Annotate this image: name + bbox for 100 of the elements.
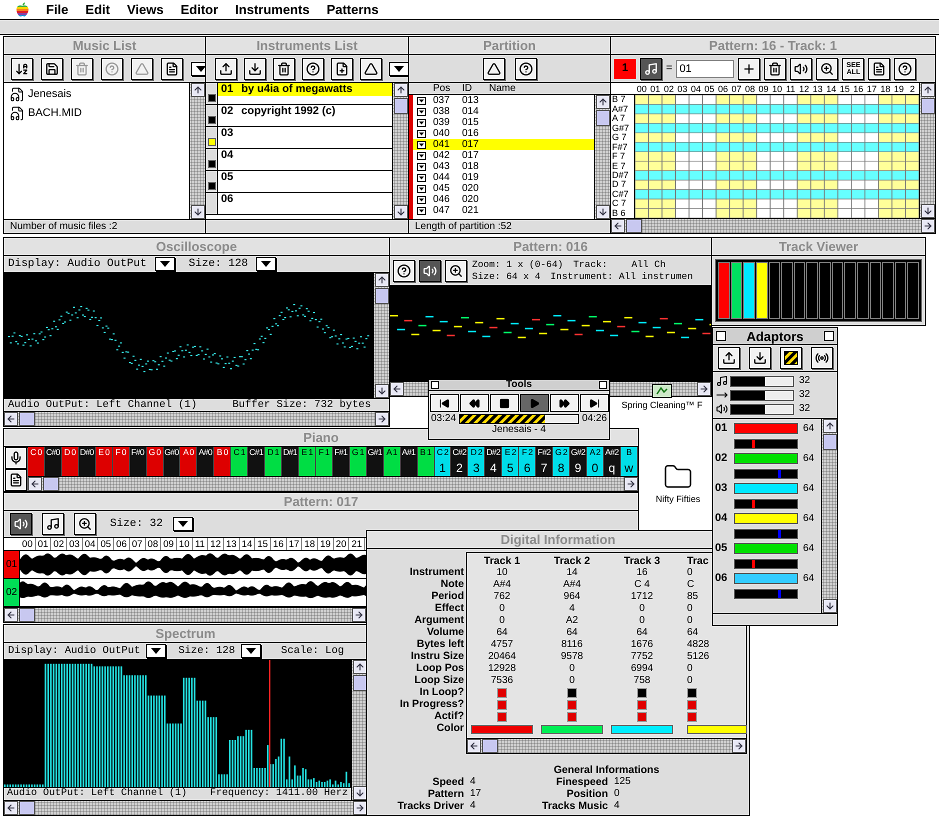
dropdown-button[interactable] xyxy=(172,517,193,531)
partition-row[interactable]: 042 017 xyxy=(413,150,594,161)
piano-key[interactable]: F#0 xyxy=(130,447,147,476)
piano-key[interactable]: G 0 xyxy=(146,447,164,476)
piano-key[interactable]: A#2 q xyxy=(604,447,621,476)
scroll-down-button[interactable] xyxy=(190,205,204,219)
piano-key[interactable]: C#2 2 xyxy=(451,447,468,476)
slider-track[interactable] xyxy=(730,376,794,386)
scroll-right-button[interactable] xyxy=(732,739,746,753)
partition-row[interactable]: 047 021 xyxy=(413,205,594,216)
sound-button[interactable] xyxy=(10,513,32,535)
pan-marker[interactable] xyxy=(778,530,782,538)
instrument-row[interactable]: 02 copyright 1992 (c) xyxy=(218,105,392,118)
piano-key[interactable]: C 1 xyxy=(231,447,248,476)
instrument-row[interactable]: 04 xyxy=(218,149,392,162)
piano-key[interactable]: F 1 xyxy=(316,447,333,476)
piano-key[interactable]: A 0 xyxy=(180,447,198,476)
scroll-up-button[interactable] xyxy=(352,660,366,674)
horizontal-scrollbar[interactable] xyxy=(28,476,638,491)
track-number[interactable]: 01 xyxy=(4,551,20,578)
note-button[interactable] xyxy=(640,58,662,80)
vertical-scrollbar[interactable] xyxy=(373,273,389,398)
menu-item[interactable]: Instruments xyxy=(235,3,310,16)
instrument-row[interactable]: 06 xyxy=(218,193,392,206)
broadcast-button[interactable] xyxy=(810,347,832,369)
slider-track[interactable] xyxy=(730,390,794,400)
scroll-left-button[interactable] xyxy=(4,608,18,622)
scroll-up-button[interactable] xyxy=(822,419,836,433)
load-button[interactable] xyxy=(718,347,740,369)
zoom-button[interactable] xyxy=(816,58,838,80)
scroll-up-button[interactable] xyxy=(374,273,388,287)
partition-row[interactable]: 046 020 xyxy=(413,194,594,205)
piano-key[interactable]: C 0 xyxy=(28,447,45,476)
scroll-thumb[interactable] xyxy=(352,675,366,691)
scroll-right-button[interactable] xyxy=(921,219,935,233)
scroll-down-button[interactable] xyxy=(374,384,388,398)
pan-track[interactable] xyxy=(734,558,798,569)
scroll-thumb[interactable] xyxy=(43,477,59,491)
info-button[interactable] xyxy=(161,58,183,80)
scroll-up-button[interactable] xyxy=(920,83,934,97)
load-button[interactable] xyxy=(215,58,237,80)
dropdown-button[interactable] xyxy=(191,62,205,76)
sort-button[interactable] xyxy=(11,58,33,80)
dropdown-button[interactable] xyxy=(154,257,175,271)
add-button[interactable] xyxy=(738,58,760,80)
delete-button[interactable] xyxy=(71,58,93,80)
pan-track[interactable] xyxy=(734,528,798,539)
scroll-right-button[interactable] xyxy=(697,382,711,396)
desktop-icon-label[interactable]: Spring Cleaning™ F xyxy=(621,401,703,410)
piano-key[interactable]: F 2 6 xyxy=(519,447,536,476)
piano-key[interactable]: B 0 xyxy=(214,447,232,476)
help-button[interactable] xyxy=(101,58,123,80)
instrument-row[interactable]: 01 by u4ia of megawatts xyxy=(218,83,392,96)
piano-key[interactable]: C#0 xyxy=(44,447,62,476)
up-button[interactable] xyxy=(482,58,504,80)
up-button[interactable] xyxy=(131,58,153,80)
piano-key[interactable]: G#2 9 xyxy=(570,447,587,476)
scroll-thumb[interactable] xyxy=(19,608,35,622)
scroll-up-button[interactable] xyxy=(190,83,204,97)
scroll-thumb[interactable] xyxy=(394,98,408,114)
partition-row[interactable]: 040 016 xyxy=(413,128,594,139)
microphone-button[interactable] xyxy=(4,447,26,469)
sound-button[interactable] xyxy=(419,260,441,282)
close-box[interactable] xyxy=(431,381,439,389)
partition-row[interactable]: 044 019 xyxy=(413,172,594,183)
piano-key[interactable]: A#0 xyxy=(197,447,214,476)
piano-key[interactable]: E 1 xyxy=(299,447,316,476)
scroll-thumb[interactable] xyxy=(920,98,934,114)
help-button[interactable] xyxy=(393,260,415,282)
menu-item[interactable]: Editor xyxy=(180,3,218,16)
piano-key[interactable]: C 2 1 xyxy=(434,447,452,476)
horizontal-scrollbar[interactable] xyxy=(4,800,367,815)
menu-item[interactable]: Patterns xyxy=(326,3,379,16)
scroll-up-button[interactable] xyxy=(596,95,610,109)
pan-marker[interactable] xyxy=(778,470,782,478)
zoom-box[interactable] xyxy=(599,381,607,389)
slider-track[interactable] xyxy=(730,404,794,414)
save-button[interactable] xyxy=(244,58,266,80)
forward-button[interactable] xyxy=(550,394,578,412)
file-name[interactable]: Jenesais xyxy=(28,89,72,100)
scroll-thumb[interactable] xyxy=(19,412,35,426)
scroll-down-button[interactable] xyxy=(352,786,366,800)
note-grid-drawing[interactable] xyxy=(635,95,919,218)
dropdown-button[interactable] xyxy=(389,62,408,76)
vertical-scrollbar[interactable] xyxy=(392,83,408,219)
vertical-scrollbar[interactable] xyxy=(919,83,935,218)
dropdown-button[interactable] xyxy=(146,644,166,658)
partition-row[interactable]: 037 013 xyxy=(413,95,594,106)
instrument-field[interactable]: 01 xyxy=(676,60,734,78)
scroll-down-button[interactable] xyxy=(822,599,836,613)
close-box[interactable] xyxy=(716,331,726,341)
scroll-left-button[interactable] xyxy=(4,412,18,426)
horizontal-scrollbar[interactable] xyxy=(467,738,746,753)
scroll-down-button[interactable] xyxy=(394,205,408,219)
zoom-button[interactable] xyxy=(74,513,96,535)
partition-row[interactable]: 041 017 xyxy=(413,139,594,150)
horizontal-scrollbar[interactable] xyxy=(611,218,935,233)
scroll-left-button[interactable] xyxy=(611,219,625,233)
horizontal-scrollbar[interactable] xyxy=(4,607,366,622)
piano-key[interactable]: A#1 xyxy=(400,447,418,476)
